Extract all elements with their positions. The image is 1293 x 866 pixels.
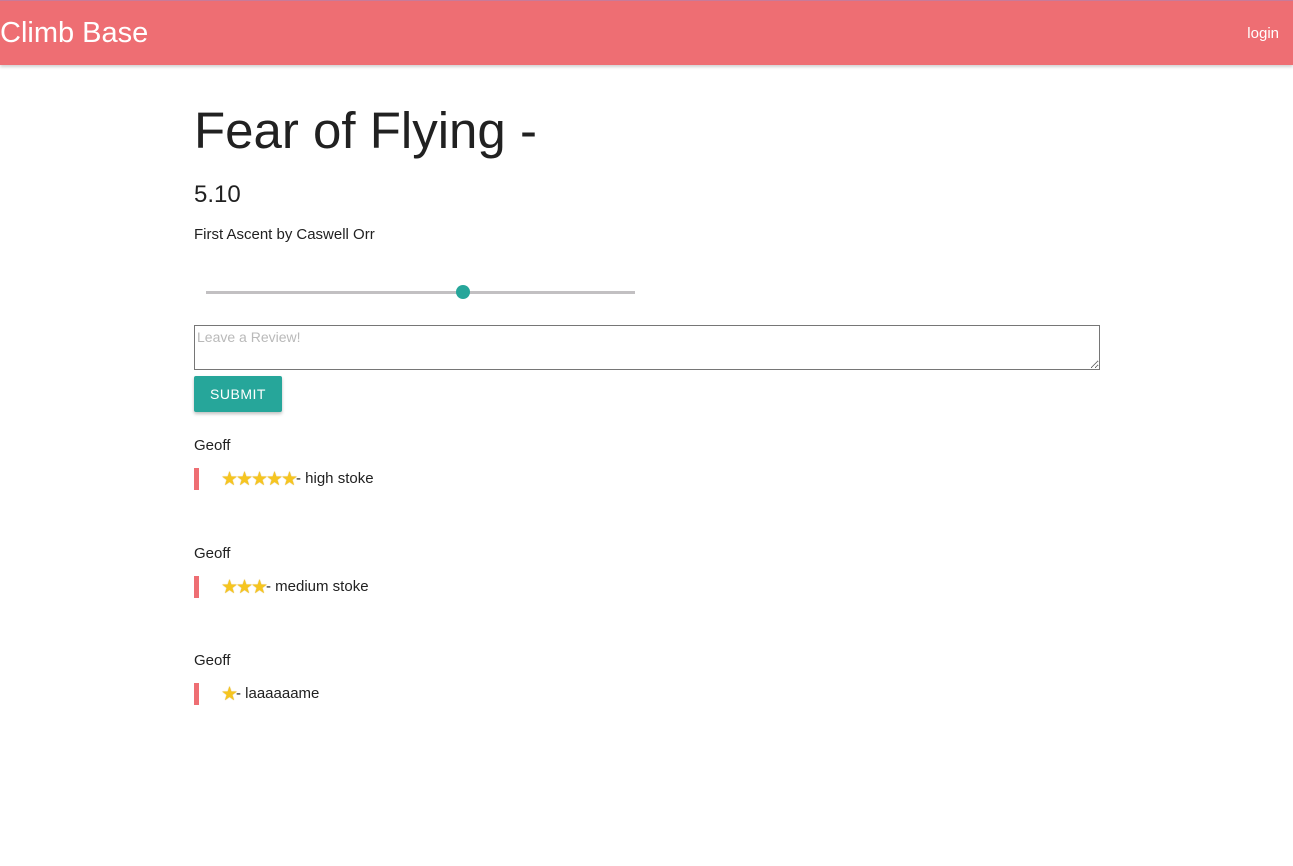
review-author: Geoff: [194, 652, 231, 669]
review-text: - medium stoke: [266, 578, 369, 595]
slider-thumb[interactable]: [456, 285, 471, 299]
slider-track[interactable]: [206, 291, 635, 294]
star-rating: ★: [221, 683, 239, 705]
star-rating: ★★★: [221, 576, 269, 598]
star-icon: ★: [221, 469, 239, 490]
review-item: Geoff ★- laaaaaame: [194, 652, 1100, 732]
first-ascent: First Ascent by Caswell Orr: [194, 226, 375, 244]
review-text: - high stoke: [296, 470, 374, 487]
review-quote: ★- laaaaaame: [194, 683, 319, 705]
star-icon: ★: [236, 469, 254, 490]
star-icon: ★: [266, 469, 284, 490]
star-icon: ★: [281, 469, 299, 490]
climb-title: Fear of Flying -: [194, 102, 537, 159]
star-icon: ★: [236, 577, 254, 598]
review-author: Geoff: [194, 545, 231, 562]
submit-button[interactable]: SUBMIT: [194, 376, 282, 412]
top-navbar: Climb Base login: [0, 0, 1293, 65]
star-rating: ★★★★★: [221, 468, 299, 490]
first-ascent-label: First Ascent by: [194, 226, 293, 243]
first-ascent-name: Caswell Orr: [296, 226, 375, 243]
star-icon: ★: [221, 577, 239, 598]
review-author: Geoff: [194, 437, 231, 454]
review-quote: ★★★- medium stoke: [194, 576, 369, 598]
review-text: - laaaaaame: [236, 685, 320, 702]
rating-slider[interactable]: [206, 285, 635, 301]
review-item: Geoff ★★★★★- high stoke: [194, 437, 1100, 517]
review-item: Geoff ★★★- medium stoke: [194, 545, 1100, 625]
star-icon: ★: [221, 684, 239, 705]
review-quote: ★★★★★- high stoke: [194, 468, 374, 490]
star-icon: ★: [251, 577, 269, 598]
brand-logo[interactable]: Climb Base: [0, 15, 148, 51]
climb-grade: 5.10: [194, 181, 241, 208]
star-icon: ★: [251, 469, 269, 490]
review-input[interactable]: [194, 325, 1100, 370]
login-link[interactable]: login: [1247, 24, 1279, 44]
